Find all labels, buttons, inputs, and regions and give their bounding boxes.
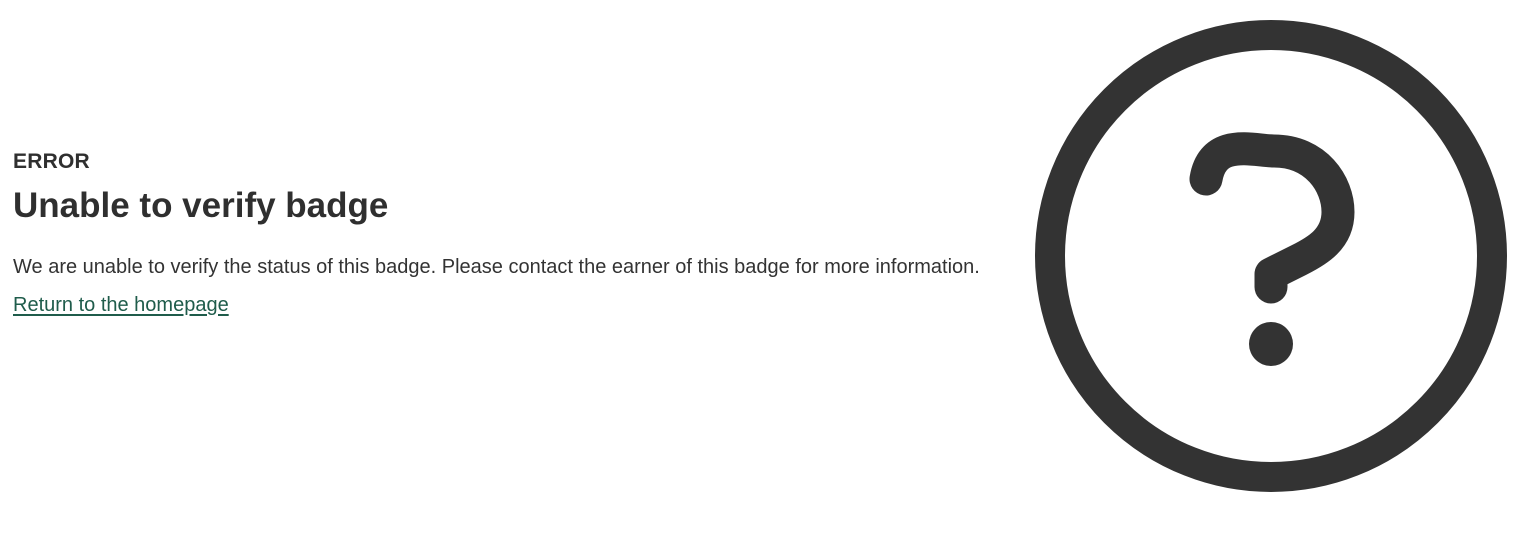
return-home-link[interactable]: Return to the homepage <box>13 286 229 324</box>
error-label: ERROR <box>13 150 90 173</box>
question-mark-dot <box>1249 322 1293 366</box>
error-content: ERROR Unable to verify badge We are unab… <box>13 146 1003 324</box>
page-title: Unable to verify badge <box>13 186 389 225</box>
question-mark-circle-icon <box>1034 19 1508 493</box>
error-message: We are unable to verify the status of th… <box>13 248 1003 324</box>
error-message-text: We are unable to verify the status of th… <box>13 256 980 278</box>
question-mark-hook <box>1189 132 1355 304</box>
